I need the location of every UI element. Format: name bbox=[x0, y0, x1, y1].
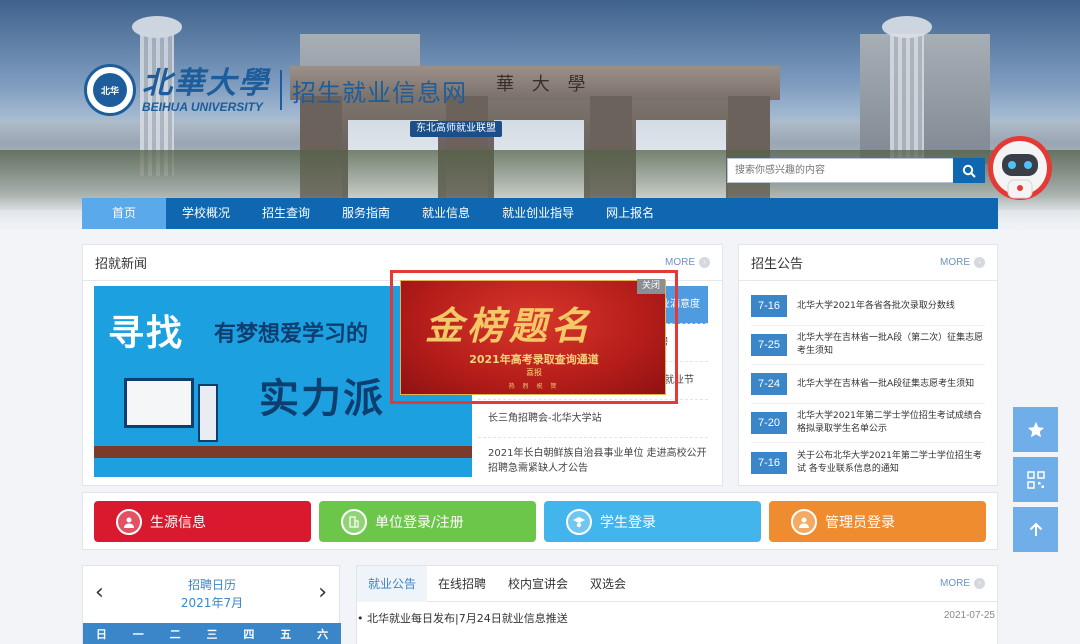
user-icon bbox=[116, 508, 142, 535]
news-title: 招就新闻 bbox=[95, 257, 148, 272]
employer-login-button[interactable]: 单位登录/注册 bbox=[319, 501, 536, 542]
announcement-date: 7-24 bbox=[751, 373, 787, 395]
search-icon bbox=[962, 164, 976, 178]
announcement-title: 北华大学2021年第二学士学位招生考试成绩合格拟录取学生名单公示 bbox=[797, 411, 982, 434]
announcement-item[interactable]: 7-16 关于公布北华大学2021年第二学士学位招生考试 各专业联系信息的通知 bbox=[751, 443, 985, 482]
admission-result-popup: 金榜题名 2021年高考录取查询通道 喜报 热 烈 祝 贺 关闭 bbox=[390, 270, 678, 404]
button-label: 学生登录 bbox=[600, 514, 656, 531]
list-item[interactable]: 2021年长白朝鲜族自治县事业单位 走进高校公开招聘急需紧缺人才公告 bbox=[478, 438, 708, 484]
button-label: 管理员登录 bbox=[825, 514, 895, 531]
announcements-more-link[interactable]: MORE › bbox=[940, 257, 985, 268]
alliance-link[interactable]: 东北高师就业联盟 bbox=[410, 121, 502, 137]
weekday-label: 五 bbox=[280, 628, 292, 641]
popup-headline: 金榜题名 bbox=[425, 303, 594, 348]
nav-item-employment-info[interactable]: 就业信息 bbox=[406, 198, 486, 229]
nav-item-home[interactable]: 首页 bbox=[82, 198, 166, 229]
tab-campus-presentations[interactable]: 校内宣讲会 bbox=[497, 566, 579, 602]
calendar-month: 2021年7月 bbox=[180, 596, 244, 610]
announcement-date: 7-20 bbox=[751, 412, 787, 434]
search-button[interactable] bbox=[953, 158, 985, 183]
news-more-link[interactable]: MORE › bbox=[665, 257, 710, 268]
announcement-title: 北华大学在吉林省一批A段（第二次）征集志愿考生须知 bbox=[797, 333, 984, 356]
site-logo[interactable]: 北华 北華大學 BEIHUA UNIVERSITY 招生就业信息网 bbox=[84, 64, 467, 116]
announcement-item[interactable]: 7-20 北华大学2021年第二学士学位招生考试成绩合格拟录取学生名单公示 bbox=[751, 404, 985, 443]
announcement-title: 关于公布北华大学2021年第二学士学位招生考试 各专业联系信息的通知 bbox=[797, 450, 982, 474]
quick-access-bar: 生源信息 单位登录/注册 学生登录 管理员登录 bbox=[82, 492, 998, 550]
announcement-item[interactable]: 7-16 北华大学2021年各省各批次录取分数线 bbox=[751, 287, 985, 326]
nav-item-about[interactable]: 学校概况 bbox=[166, 198, 246, 229]
chevron-right-icon: › bbox=[974, 578, 985, 589]
list-item-title: 北华就业每日发布|7月24日就业信息推送 bbox=[367, 612, 568, 625]
arrow-up-icon bbox=[1029, 522, 1042, 536]
student-login-button[interactable]: 学生登录 bbox=[544, 501, 761, 542]
logo-english-name: BEIHUA UNIVERSITY bbox=[142, 100, 263, 114]
search-bar bbox=[727, 158, 985, 183]
weekday-label: 四 bbox=[243, 628, 255, 641]
employment-panel: 就业公告 在线招聘 校内宣讲会 双选会 MORE › • 北华就业每日发布|7月2… bbox=[356, 565, 998, 644]
gate-inscription: 華 大 學 bbox=[496, 74, 592, 95]
popup-tag: 喜报 bbox=[526, 368, 542, 377]
admission-announcements-panel: 招生公告 MORE › 7-16 北华大学2021年各省各批次录取分数线 7-25… bbox=[738, 244, 998, 486]
tab-online-recruitment[interactable]: 在线招聘 bbox=[427, 566, 497, 602]
admin-login-button[interactable]: 管理员登录 bbox=[769, 501, 986, 542]
list-item-date: 2021-07-25 bbox=[943, 610, 995, 621]
chevron-right-icon: › bbox=[699, 257, 710, 268]
employment-more-link[interactable]: MORE › bbox=[940, 578, 985, 589]
popup-subtitle: 2021年高考录取查询通道 bbox=[469, 353, 599, 366]
logo-chinese-name: 北華大學 bbox=[142, 66, 270, 101]
star-icon bbox=[1027, 421, 1044, 437]
banner-text: 寻找 bbox=[108, 313, 185, 354]
nav-item-career-guidance[interactable]: 就业创业指导 bbox=[486, 198, 590, 229]
nav-item-service-guide[interactable]: 服务指南 bbox=[326, 198, 406, 229]
qr-code-icon bbox=[1026, 470, 1045, 489]
announcement-date: 7-16 bbox=[751, 295, 787, 317]
admin-icon bbox=[791, 508, 817, 535]
admission-query-banner[interactable]: 金榜题名 2021年高考录取查询通道 喜报 热 烈 祝 贺 bbox=[400, 280, 666, 395]
weekday-label: 三 bbox=[206, 628, 218, 641]
announcement-date: 7-25 bbox=[751, 334, 787, 356]
button-label: 单位登录/注册 bbox=[375, 514, 464, 531]
announcement-title: 北华大学在吉林省一批A段征集志愿考生须知 bbox=[797, 378, 975, 389]
building-icon bbox=[341, 508, 367, 535]
calendar-weekday-header: 日 一 二 三 四 五 六 bbox=[83, 623, 341, 644]
weekday-label: 日 bbox=[95, 628, 107, 641]
computer-illustration bbox=[198, 384, 218, 442]
desk-illustration bbox=[94, 446, 472, 458]
announcement-item[interactable]: 7-24 北华大学在吉林省一批A段征集志愿考生须知 bbox=[751, 365, 985, 404]
weekday-label: 二 bbox=[169, 628, 181, 641]
favorite-button[interactable] bbox=[1013, 407, 1058, 452]
announcement-item[interactable]: 7-25 北华大学在吉林省一批A段（第二次）征集志愿考生须知 bbox=[751, 326, 985, 365]
main-nav: 首页 学校概况 招生查询 服务指南 就业信息 就业创业指导 网上报名 bbox=[82, 198, 998, 229]
source-info-button[interactable]: 生源信息 bbox=[94, 501, 311, 542]
nav-item-online-registration[interactable]: 网上报名 bbox=[590, 198, 670, 229]
banner-text: 有梦想爱学习的 bbox=[214, 322, 369, 347]
chevron-right-icon: › bbox=[974, 257, 985, 268]
list-item[interactable]: • 北华就业每日发布|7月24日就业信息推送 2021-07-25 bbox=[357, 610, 997, 626]
search-input[interactable] bbox=[727, 158, 953, 183]
campus-building bbox=[860, 34, 990, 164]
graduate-icon bbox=[566, 508, 592, 535]
qr-code-button[interactable] bbox=[1013, 457, 1058, 502]
announcement-date: 7-16 bbox=[751, 451, 787, 474]
university-emblem-icon: 北华 bbox=[84, 64, 136, 116]
recruitment-calendar: ‹ › 招聘日历 2021年7月 日 一 二 三 四 五 六 bbox=[82, 565, 341, 644]
banner-text: 实力派 bbox=[259, 376, 385, 422]
button-label: 生源信息 bbox=[150, 514, 206, 531]
tab-employment-notices[interactable]: 就业公告 bbox=[357, 565, 428, 602]
calendar-title: 招聘日历 bbox=[187, 578, 236, 592]
nav-item-admission-query[interactable]: 招生查询 bbox=[246, 198, 326, 229]
announcements-title: 招生公告 bbox=[751, 257, 804, 272]
popup-close-button[interactable]: 关闭 bbox=[636, 279, 665, 294]
announcement-title: 北华大学2021年各省各批次录取分数线 bbox=[797, 300, 955, 311]
tab-job-fairs[interactable]: 双选会 bbox=[579, 566, 637, 602]
monitor-illustration bbox=[124, 378, 194, 428]
weekday-label: 一 bbox=[132, 628, 144, 641]
weekday-label: 六 bbox=[317, 628, 329, 641]
popup-footer: 热 烈 祝 贺 bbox=[508, 383, 560, 390]
list-item[interactable]: 长三角招聘会-北华大学站 bbox=[478, 400, 708, 438]
site-name: 招生就业信息网 bbox=[292, 78, 467, 107]
back-to-top-button[interactable] bbox=[1013, 507, 1058, 552]
